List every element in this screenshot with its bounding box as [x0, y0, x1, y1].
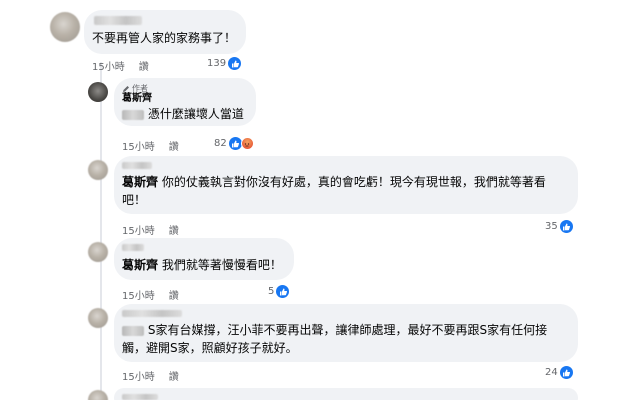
mention-blurred[interactable]: [122, 325, 144, 336]
reaction-number: 82: [214, 138, 227, 149]
comment-meta: 15小時 讚: [122, 368, 193, 383]
mention-author[interactable]: 葛斯齊: [122, 175, 158, 189]
angry-face-icon: [240, 137, 254, 150]
thread-line: [100, 62, 102, 392]
avatar[interactable]: [88, 308, 108, 328]
thumbs-up-icon: [228, 137, 242, 150]
comment-bubble: [114, 388, 578, 400]
comment-meta: 15小時 讚: [122, 222, 193, 237]
commenter-name[interactable]: [122, 162, 152, 169]
commenter-name[interactable]: [122, 244, 144, 251]
comment-text-line1: S家有台媒撐，汪小菲不要再出聲，讓律師處理，最好不要再跟S家有任何接: [147, 323, 548, 337]
comment-body: S家有台媒撐，汪小菲不要再出聲，讓律師處理，最好不要再跟S家有任何接: [122, 320, 547, 340]
comment-text: 我們就等著慢慢看吧！: [161, 258, 282, 272]
comment-time[interactable]: 15小時: [122, 142, 155, 153]
comment-time[interactable]: 15小時: [122, 291, 155, 302]
thumbs-up-icon: [228, 57, 242, 70]
comment-text-line1: 你的仗義執言對你沒有好處，真的會吃虧！現今有現世報，我們就等著看: [161, 175, 546, 189]
comment-meta: 15小時 讚: [92, 58, 163, 73]
comment-body: 葛斯齊 我們就等著慢慢看吧！: [122, 255, 282, 275]
comment-author[interactable]: 葛斯齊: [122, 92, 152, 106]
comment-text: 不要再管人家的家務事了！: [92, 31, 237, 45]
thumbs-up-icon: [559, 366, 573, 379]
mention-author[interactable]: 葛斯齊: [122, 258, 158, 272]
comment-meta: 15小時 讚: [122, 287, 193, 302]
reaction-number: 139: [207, 58, 227, 69]
like-action[interactable]: 讚: [169, 142, 179, 153]
mention-blurred[interactable]: [122, 109, 144, 120]
avatar[interactable]: [88, 242, 108, 262]
comment-time[interactable]: 15小時: [122, 372, 155, 383]
reaction-count[interactable]: 5: [268, 285, 290, 298]
comment-meta: 15小時 讚: [122, 138, 193, 153]
reaction-count[interactable]: 24: [545, 366, 573, 379]
like-action[interactable]: 讚: [139, 62, 149, 73]
reaction-count[interactable]: 35: [545, 220, 573, 233]
reaction-count[interactable]: 139: [207, 57, 242, 70]
comment-time[interactable]: 15小時: [122, 226, 155, 237]
commenter-name[interactable]: [94, 16, 142, 25]
avatar[interactable]: [50, 12, 80, 42]
like-action[interactable]: 讚: [169, 372, 179, 383]
author-avatar[interactable]: [88, 82, 108, 102]
reaction-number: 24: [545, 367, 558, 378]
comment-text-line2: 吧！: [122, 193, 147, 207]
comment-body: 憑什麼讓壞人當道: [122, 105, 244, 123]
like-action[interactable]: 讚: [169, 226, 179, 237]
avatar[interactable]: [88, 160, 108, 180]
avatar[interactable]: [88, 390, 108, 400]
like-action[interactable]: 讚: [169, 291, 179, 302]
thumbs-up-icon: [559, 220, 573, 233]
comment-time[interactable]: 15小時: [92, 62, 125, 73]
reaction-count[interactable]: 82: [214, 137, 254, 150]
commenter-name[interactable]: [122, 394, 158, 400]
comment-text-line2: 觸，避開S家，照顧好孩子就好。: [122, 341, 298, 355]
thumbs-up-icon: [276, 285, 290, 298]
commenter-name[interactable]: [122, 310, 182, 317]
reaction-number: 35: [545, 221, 558, 232]
comment-text: 憑什麼讓壞人當道: [147, 107, 244, 121]
comment-body: 葛斯齊 你的仗義執言對你沒有好處，真的會吃虧！現今有現世報，我們就等著看: [122, 172, 546, 192]
reaction-number: 5: [268, 286, 275, 297]
